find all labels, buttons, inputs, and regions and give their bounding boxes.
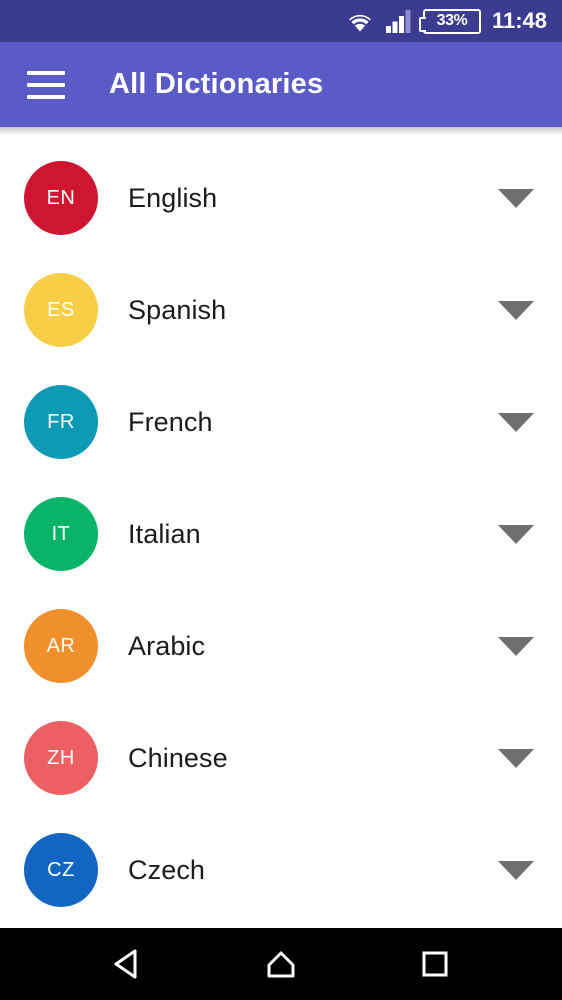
language-avatar: FR <box>24 385 98 459</box>
wifi-icon <box>345 10 375 33</box>
language-avatar: EN <box>24 161 98 235</box>
status-bar: 33% 11:48 <box>0 0 562 42</box>
battery-level: 33% <box>436 12 468 29</box>
battery-icon: 33% <box>418 8 481 34</box>
chevron-down-icon[interactable] <box>498 636 534 656</box>
list-item[interactable]: AR Arabic <box>0 590 562 702</box>
language-name: French <box>128 406 213 437</box>
chevron-down-icon[interactable] <box>498 860 534 880</box>
hamburger-menu-icon[interactable] <box>27 70 65 99</box>
hamburger-line <box>27 94 65 99</box>
hamburger-line <box>27 82 65 87</box>
language-name: Spanish <box>128 294 227 325</box>
app-bar: All Dictionaries <box>0 42 562 127</box>
language-avatar: AR <box>24 609 98 683</box>
back-triangle-icon[interactable] <box>90 928 164 1000</box>
list-item[interactable]: IT Italian <box>0 478 562 590</box>
language-name: Chinese <box>128 742 228 773</box>
app-bar-shadow <box>0 127 562 135</box>
list-item[interactable]: ES Spanish <box>0 254 562 366</box>
phone-screen: 33% 11:48 All Dictionaries EN English ES Sp… <box>0 0 562 1000</box>
list-item[interactable]: CZ Czech <box>0 814 562 926</box>
android-navigation-bar <box>0 928 562 1000</box>
page-title: All Dictionaries <box>109 68 324 100</box>
language-avatar: IT <box>24 497 98 571</box>
list-item[interactable]: ZH Chinese <box>0 702 562 814</box>
hamburger-line <box>27 70 65 75</box>
language-avatar: CZ <box>24 833 98 907</box>
language-avatar: ZH <box>24 721 98 795</box>
chevron-down-icon[interactable] <box>498 748 534 768</box>
chevron-down-icon[interactable] <box>498 188 534 208</box>
language-name: English <box>128 182 218 213</box>
list-item[interactable]: EN English <box>0 142 562 254</box>
language-name: Italian <box>128 518 201 549</box>
language-name: Arabic <box>128 630 206 661</box>
status-bar-clock: 11:48 <box>491 8 547 33</box>
chevron-down-icon[interactable] <box>498 524 534 544</box>
signal-bars-icon <box>385 9 412 33</box>
home-icon[interactable] <box>244 928 318 1000</box>
list-item[interactable]: FR French <box>0 366 562 478</box>
language-avatar: ES <box>24 273 98 347</box>
recents-square-icon[interactable] <box>398 928 472 1000</box>
chevron-down-icon[interactable] <box>498 412 534 432</box>
chevron-down-icon[interactable] <box>498 300 534 320</box>
dictionary-list: EN English ES Spanish FR French IT Italian AR Ara… <box>0 135 562 928</box>
language-name: Czech <box>128 854 206 885</box>
